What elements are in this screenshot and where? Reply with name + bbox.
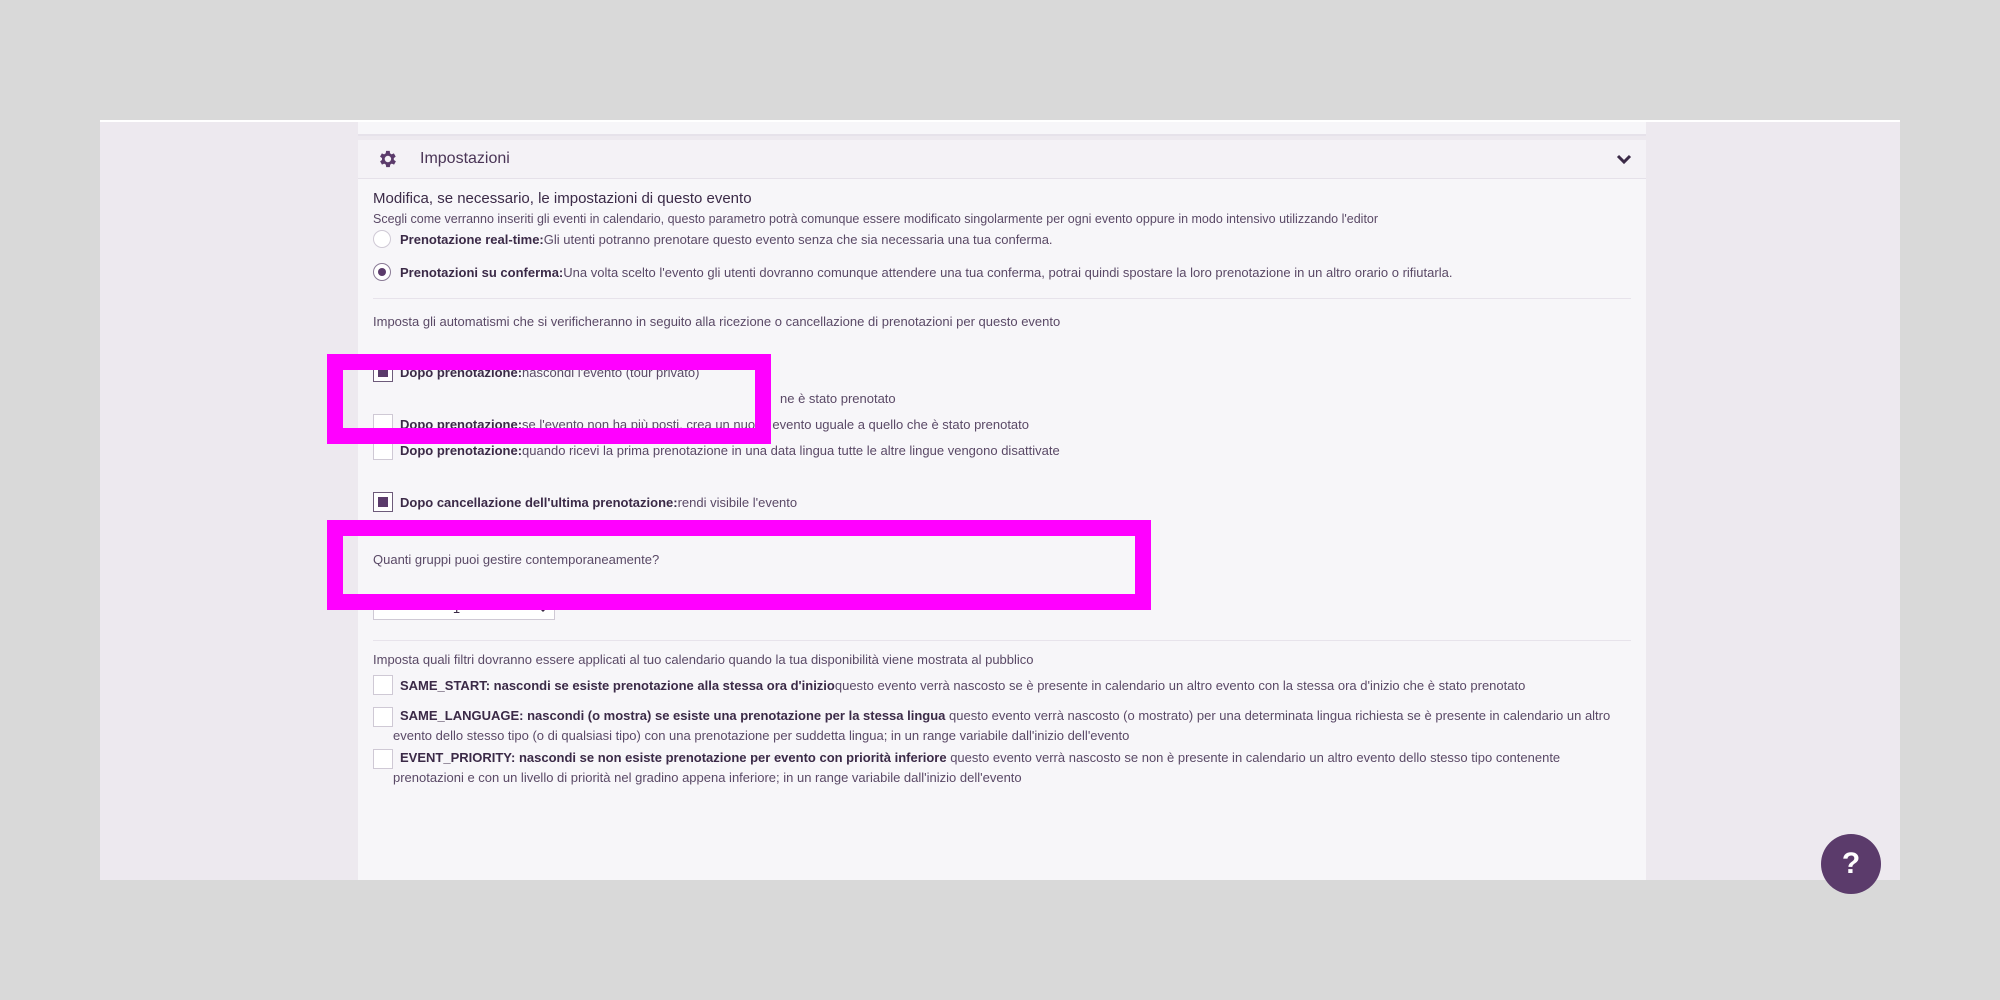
check-label: Dopo cancellazione dell'ultima prenotazi… xyxy=(400,494,678,510)
settings-panel-header[interactable]: Impostazioni xyxy=(358,140,1646,179)
settings-panel: Impostazioni Modifica, se necessario, le… xyxy=(358,140,1646,882)
filter-event-priority[interactable]: EVENT_PRIORITY: nascondi se non esiste p… xyxy=(373,749,1631,789)
filter-same-start[interactable]: SAME_START: nascondi se esiste prenotazi… xyxy=(373,674,1525,696)
radio-text: Gli utenti potranno prenotare questo eve… xyxy=(543,231,1053,247)
gear-icon xyxy=(380,150,396,168)
previous-panel xyxy=(358,122,1646,136)
chevron-down-icon[interactable] xyxy=(1616,151,1632,167)
check-text: ne è stato prenotato xyxy=(780,390,896,406)
highlight-box-after-cancel xyxy=(327,520,1151,610)
intro-subtext: Scegli come verranno inseriti gli eventi… xyxy=(373,212,1379,226)
divider xyxy=(373,298,1631,299)
checkbox[interactable] xyxy=(373,675,393,695)
filter-text: questo evento verrà nascosto se è presen… xyxy=(834,677,1526,693)
automations-intro: Imposta gli automatismi che si verifiche… xyxy=(373,314,1061,329)
filter-label: SAME_LANGUAGE: nascondi (o mostra) se es… xyxy=(400,708,946,723)
radio-realtime[interactable]: Prenotazione real-time: Gli utenti potra… xyxy=(373,228,1053,250)
checkbox[interactable] xyxy=(373,707,393,727)
check-text: quando ricevi la prima prenotazione in u… xyxy=(522,442,1060,458)
check-after-cancel-visible[interactable]: Dopo cancellazione dell'ultima prenotazi… xyxy=(373,491,797,513)
checkbox[interactable] xyxy=(373,749,393,769)
check-text: rendi visibile l'evento xyxy=(677,494,798,510)
help-button[interactable]: ? xyxy=(1821,834,1881,894)
checkbox[interactable] xyxy=(373,492,393,512)
panel-title: Impostazioni xyxy=(420,150,510,167)
highlight-box-after-booking xyxy=(327,354,771,444)
intro-heading: Modifica, se necessario, le impostazioni… xyxy=(373,190,752,207)
check-label: Dopo prenotazione: xyxy=(400,442,523,458)
radio-label: Prenotazione real-time: xyxy=(400,231,544,247)
radio-button[interactable] xyxy=(373,263,391,281)
filter-label: SAME_START: nascondi se esiste prenotazi… xyxy=(400,677,835,693)
radio-confirmation[interactable]: Prenotazioni su conferma: Una volta scel… xyxy=(373,261,1452,283)
filter-label: EVENT_PRIORITY: nascondi se non esiste p… xyxy=(400,750,947,765)
divider xyxy=(373,640,1631,641)
bottom-background xyxy=(100,880,1900,1000)
filter-same-language[interactable]: SAME_LANGUAGE: nascondi (o mostra) se es… xyxy=(373,707,1631,747)
radio-label: Prenotazioni su conferma: xyxy=(400,264,564,280)
app-frame: Impostazioni Modifica, se necessario, le… xyxy=(100,120,1900,882)
radio-button[interactable] xyxy=(373,230,391,248)
radio-text: Una volta scelto l'evento gli utenti dov… xyxy=(563,264,1453,280)
filters-intro: Imposta quali filtri dovranno essere app… xyxy=(373,652,1034,667)
